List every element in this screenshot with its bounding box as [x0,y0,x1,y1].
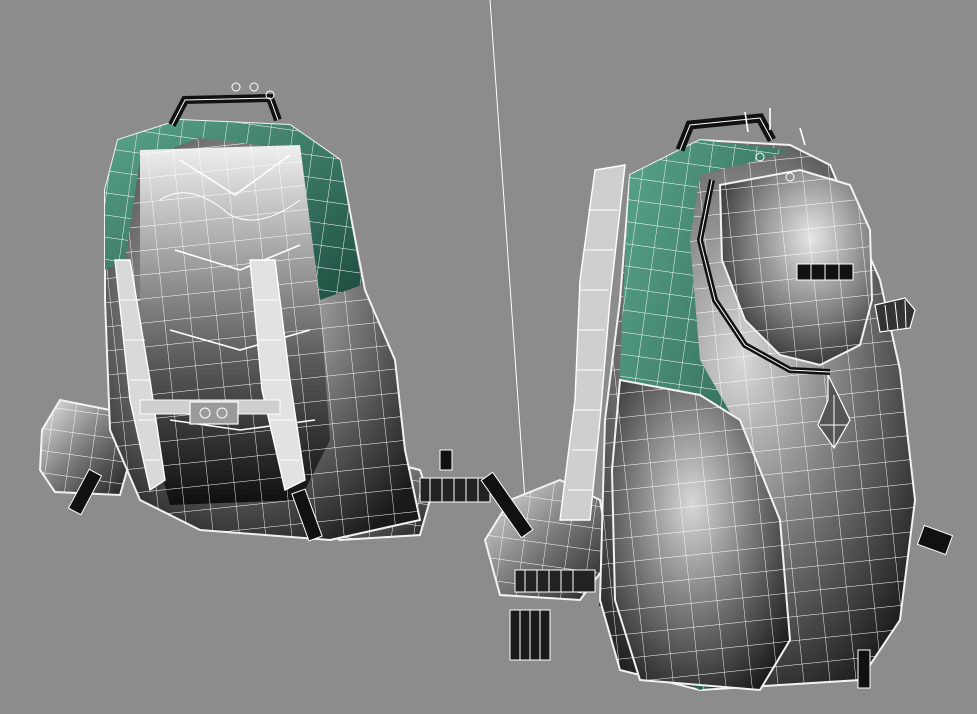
top-handle-back[interactable] [168,82,282,127]
backpack-front-view[interactable] [480,108,954,692]
bottom-strap-end[interactable] [857,649,871,689]
backpack-back-view[interactable] [38,82,491,542]
scene-canvas[interactable] [0,0,977,714]
3d-viewport[interactable] [0,0,977,714]
light-direction-line[interactable] [489,0,526,501]
back-padding[interactable] [140,145,330,505]
